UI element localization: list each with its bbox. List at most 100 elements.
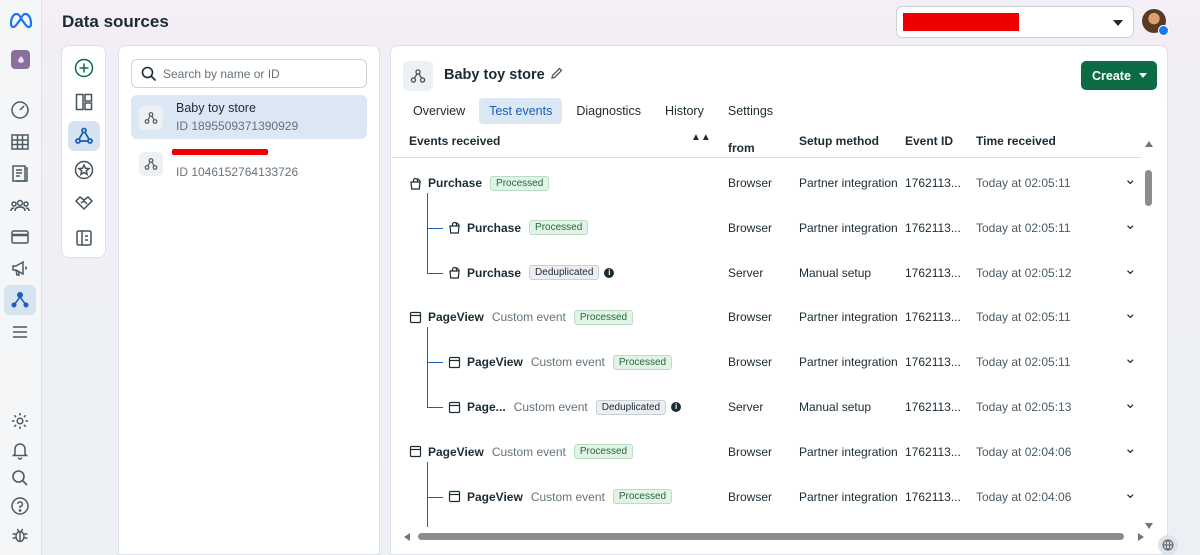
table-row[interactable]: Page... Custom event Deduplicated i Server Ma…: [391, 385, 1141, 429]
scroll-right-arrow-icon[interactable]: [1138, 533, 1144, 541]
status-badge: Processed: [573, 444, 634, 460]
tree-connector: [427, 407, 443, 408]
help-question-icon[interactable]: [9, 495, 31, 517]
search-icon[interactable]: [9, 467, 31, 489]
event-id-cell: 1762113...: [905, 489, 961, 504]
info-icon[interactable]: i: [604, 267, 615, 278]
scroll-up-arrow-icon[interactable]: [1145, 141, 1153, 147]
audiences-people-icon[interactable]: [9, 194, 31, 216]
expand-chevron-icon[interactable]: ⌄: [1124, 202, 1137, 246]
all-tools-menu-icon[interactable]: [9, 321, 31, 343]
expand-chevron-icon[interactable]: ⌄: [1124, 336, 1137, 380]
column-header-events[interactable]: Events received: [409, 134, 500, 148]
tab-overview[interactable]: Overview: [403, 98, 475, 124]
report-bug-icon[interactable]: [9, 524, 31, 546]
add-data-source-icon[interactable]: [73, 57, 95, 79]
received-from-cell: Server: [728, 400, 764, 414]
vertical-scrollbar[interactable]: [1141, 137, 1157, 529]
tab-history[interactable]: History: [655, 98, 714, 124]
tree-connector: [427, 461, 428, 527]
dataset-icon: [403, 61, 433, 91]
event-name-cell: PageView Custom event Processed: [448, 475, 673, 519]
data-source-item[interactable]: Baby toy store ID 1895509371390929: [131, 95, 367, 139]
column-header-time-received[interactable]: Time received: [976, 134, 1056, 148]
expand-chevron-icon[interactable]: ⌄: [1124, 426, 1137, 470]
table-row[interactable]: Purchase Processed Browser Partner integrat…: [391, 206, 1141, 250]
billing-card-icon[interactable]: [9, 226, 31, 248]
search-icon: [141, 66, 157, 82]
tree-connector: [427, 272, 443, 274]
create-button[interactable]: Create: [1081, 61, 1157, 90]
table-row[interactable]: PageView Custom event Processed Browser Part…: [391, 430, 1141, 474]
search-input[interactable]: [163, 64, 359, 84]
column-header-from[interactable]: from: [728, 141, 755, 155]
tree-connector: [427, 227, 443, 229]
expand-chevron-icon[interactable]: ⌄: [1124, 291, 1137, 335]
event-id-cell: 1762113...: [905, 444, 961, 459]
browser-window-icon: [448, 401, 461, 414]
tab-test-events[interactable]: Test events: [479, 98, 563, 124]
tree-connector: [427, 362, 443, 364]
column-header-setup-method[interactable]: Setup method: [799, 134, 879, 148]
table-row[interactable]: PageView Custom event Processed Browser Part…: [391, 475, 1141, 519]
meta-logo-icon[interactable]: [8, 12, 34, 28]
business-account-icon[interactable]: [11, 50, 30, 69]
table-row[interactable]: Purchase Deduplicated i Server Manual setup 1…: [391, 251, 1141, 295]
partner-handshake-icon[interactable]: [73, 192, 95, 214]
data-source-item[interactable]: ID 1046152764133726: [131, 141, 367, 185]
status-badge: Processed: [612, 354, 673, 370]
time-received-cell: Today at 02:05:11: [976, 355, 1071, 370]
catalog-book-icon[interactable]: [9, 162, 31, 184]
expand-chevron-icon[interactable]: ⌄: [1124, 157, 1137, 201]
expand-chevron-icon[interactable]: ⌄: [1124, 247, 1137, 291]
event-name-cell: Purchase Deduplicated i: [448, 251, 615, 295]
setup-method-cell: Partner integration: [799, 220, 898, 235]
language-globe-icon[interactable]: [1158, 535, 1178, 555]
event-id-cell: 1762113...: [905, 400, 961, 414]
events-manager-icon[interactable]: [9, 289, 31, 311]
facebook-badge-icon: [1158, 25, 1169, 36]
table-grid-icon[interactable]: [9, 131, 31, 153]
custom-conversions-star-icon[interactable]: [73, 159, 95, 181]
user-avatar[interactable]: [1142, 9, 1169, 36]
tree-connector: [427, 193, 428, 274]
time-received-cell: Today at 02:04:06: [976, 489, 1072, 504]
event-id-cell: 1762113...: [905, 355, 961, 370]
settings-gear-icon[interactable]: [9, 410, 31, 432]
expand-chevron-icon[interactable]: ⌄: [1124, 381, 1137, 425]
table-row[interactable]: PageView Custom event Processed Browser Part…: [391, 295, 1141, 339]
scroll-thumb[interactable]: [418, 533, 1124, 540]
datasets-network-icon[interactable]: [73, 125, 95, 147]
tab-settings[interactable]: Settings: [718, 98, 783, 124]
notifications-bell-icon[interactable]: [9, 439, 31, 461]
event-name-cell: PageView Custom event Processed: [448, 340, 673, 384]
received-from-cell: Browser: [728, 176, 773, 190]
scroll-thumb[interactable]: [1145, 170, 1152, 206]
chevron-down-icon: [1138, 73, 1147, 78]
event-id-cell: 1762113...: [905, 310, 961, 325]
overview-layout-icon[interactable]: [73, 91, 95, 113]
ad-account-selector[interactable]: [896, 6, 1134, 38]
scroll-down-arrow-icon[interactable]: [1145, 523, 1153, 529]
setup-method-cell: Partner integration: [799, 489, 898, 504]
tab-diagnostics[interactable]: Diagnostics: [566, 98, 651, 124]
edit-pencil-icon[interactable]: [550, 66, 564, 80]
info-icon[interactable]: i: [671, 402, 682, 412]
expand-chevron-icon[interactable]: ⌄: [1124, 471, 1137, 515]
event-name: Purchase: [467, 265, 522, 280]
event-id-cell: 1762113...: [905, 220, 961, 235]
horizontal-scrollbar[interactable]: [404, 531, 1144, 543]
page-title: Data sources: [62, 12, 169, 31]
aggregated-events-panel-icon[interactable]: [73, 227, 95, 249]
data-source-list-panel: Baby toy store ID 1895509371390929 ID 10…: [118, 45, 380, 555]
column-header-event-id[interactable]: Event ID: [905, 134, 953, 148]
dashboard-gauge-icon[interactable]: [9, 99, 31, 121]
status-badge: Processed: [490, 175, 550, 191]
table-row[interactable]: PageView Custom event Processed Browser Part…: [391, 340, 1141, 384]
search-box[interactable]: [131, 59, 367, 88]
events-table-header: Events received ▲▲ from Setup method Eve…: [391, 130, 1141, 158]
scroll-left-arrow-icon[interactable]: [404, 533, 410, 541]
status-badge: Processed: [573, 309, 634, 325]
ads-megaphone-icon[interactable]: [9, 257, 31, 279]
table-row[interactable]: Purchase Processed Browser Partner integrat…: [391, 161, 1141, 205]
